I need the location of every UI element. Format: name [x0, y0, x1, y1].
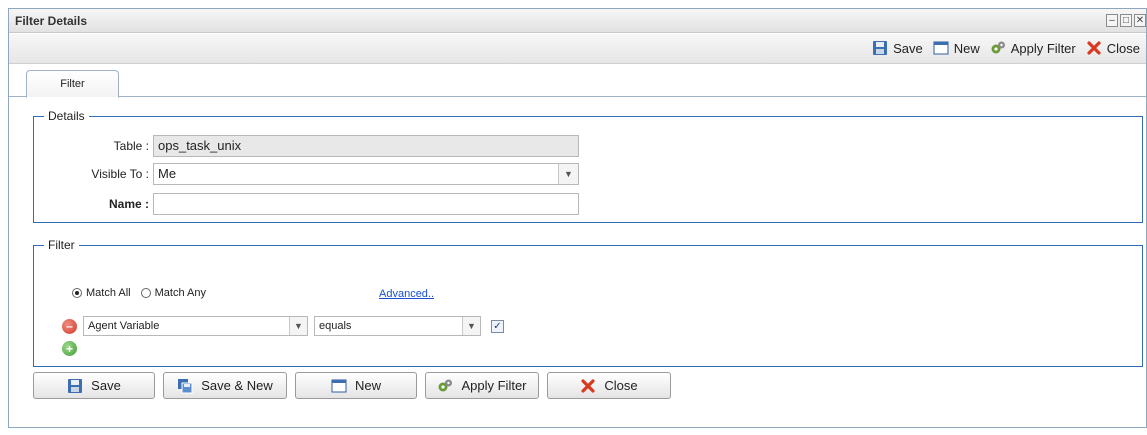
- match-all-label[interactable]: Match All: [86, 287, 131, 299]
- close-window-button[interactable]: ✕: [1134, 14, 1146, 27]
- new-button[interactable]: New: [295, 372, 417, 399]
- apply-filter-button[interactable]: Apply Filter: [425, 372, 539, 399]
- filter-condition-row: – Agent Variable ▼ equals ▼ ✓: [62, 316, 504, 336]
- toolbar-apply-filter-label: Apply Filter: [1010, 40, 1076, 56]
- chevron-down-icon[interactable]: ▼: [462, 317, 480, 335]
- table-field: ops_task_unix: [153, 135, 579, 157]
- match-any-radio[interactable]: [140, 288, 151, 298]
- minus-circle-icon[interactable]: –: [62, 318, 77, 334]
- condition-field-value: Agent Variable: [88, 320, 160, 332]
- window-title: Filter Details: [15, 14, 88, 28]
- save-label: Save: [91, 378, 121, 393]
- condition-operator-select[interactable]: equals ▼: [314, 316, 481, 336]
- condition-field-select[interactable]: Agent Variable ▼: [83, 316, 308, 336]
- gears-icon: [991, 41, 1005, 54]
- advanced-link[interactable]: Advanced..: [379, 288, 434, 300]
- details-legend: Details: [48, 109, 85, 123]
- save-and-new-label: Save & New: [201, 378, 273, 393]
- table-label: Table :: [113, 139, 149, 153]
- match-any-label[interactable]: Match Any: [155, 287, 206, 299]
- chevron-down-icon[interactable]: ▼: [289, 317, 307, 335]
- toolbar-close-button[interactable]: Close: [1086, 40, 1140, 56]
- toolbar-new-label: New: [953, 40, 980, 56]
- window-icon: [933, 41, 949, 55]
- condition-operator-value: equals: [319, 320, 352, 332]
- floppy-disk-icon: [873, 41, 888, 55]
- radio-selected-dot: [75, 291, 79, 295]
- filter-section: Filter Match All Match Any Advanced.. – …: [33, 238, 1143, 367]
- title-bar: Filter Details – □ ✕: [9, 9, 1146, 33]
- toolbar-save-button[interactable]: Save: [872, 40, 923, 56]
- apply-filter-label: Apply Filter: [461, 378, 527, 393]
- toolbar: Save New Apply Filter Close: [9, 34, 1146, 64]
- toolbar-apply-filter-button[interactable]: Apply Filter: [990, 40, 1076, 56]
- save-and-new-button[interactable]: Save & New: [163, 372, 287, 399]
- name-label: Name :: [108, 197, 149, 211]
- table-row: Table : ops_task_unix: [33, 135, 579, 157]
- red-x-icon: [1087, 41, 1101, 55]
- toolbar-save-label: Save: [893, 40, 923, 56]
- save-button[interactable]: Save: [33, 372, 155, 399]
- name-row: Name :: [33, 193, 579, 215]
- visible-to-row: Visible To : Me ▼: [33, 163, 579, 185]
- action-buttons: Save Save & New New Apply Filter Close: [33, 372, 671, 399]
- chevron-down-icon[interactable]: ▼: [558, 164, 578, 184]
- red-x-icon: [581, 378, 595, 393]
- toolbar-actions: Save New Apply Filter Close: [872, 40, 1140, 56]
- toolbar-close-label: Close: [1106, 40, 1140, 56]
- tab-strip: Filter: [9, 65, 1146, 98]
- maximize-button[interactable]: □: [1120, 14, 1132, 27]
- match-options: Match All Match Any: [72, 287, 206, 299]
- visible-to-label: Visible To :: [91, 167, 149, 181]
- close-label: Close: [604, 378, 638, 393]
- details-section: Details Table : ops_task_unix Visible To…: [33, 109, 1143, 223]
- filter-legend: Filter: [48, 238, 75, 252]
- save-copy-icon: [178, 378, 193, 393]
- floppy-disk-icon: [68, 378, 83, 393]
- gears-icon: [438, 379, 453, 391]
- filter-details-window: Filter Details – □ ✕ Save New Apply Filt…: [8, 8, 1147, 428]
- plus-circle-icon[interactable]: +: [62, 341, 77, 356]
- close-button[interactable]: Close: [547, 372, 671, 399]
- name-input[interactable]: [153, 193, 579, 215]
- window-controls: – □ ✕: [1106, 14, 1146, 27]
- minimize-button[interactable]: –: [1106, 14, 1118, 27]
- window-icon: [331, 379, 347, 392]
- toolbar-new-button[interactable]: New: [933, 40, 980, 56]
- new-label: New: [354, 378, 381, 393]
- tab-filter[interactable]: Filter: [26, 70, 119, 98]
- match-all-radio[interactable]: [72, 288, 82, 298]
- visible-to-value: Me: [158, 166, 177, 181]
- condition-checkbox[interactable]: ✓: [491, 319, 504, 333]
- visible-to-select[interactable]: Me ▼: [153, 163, 579, 185]
